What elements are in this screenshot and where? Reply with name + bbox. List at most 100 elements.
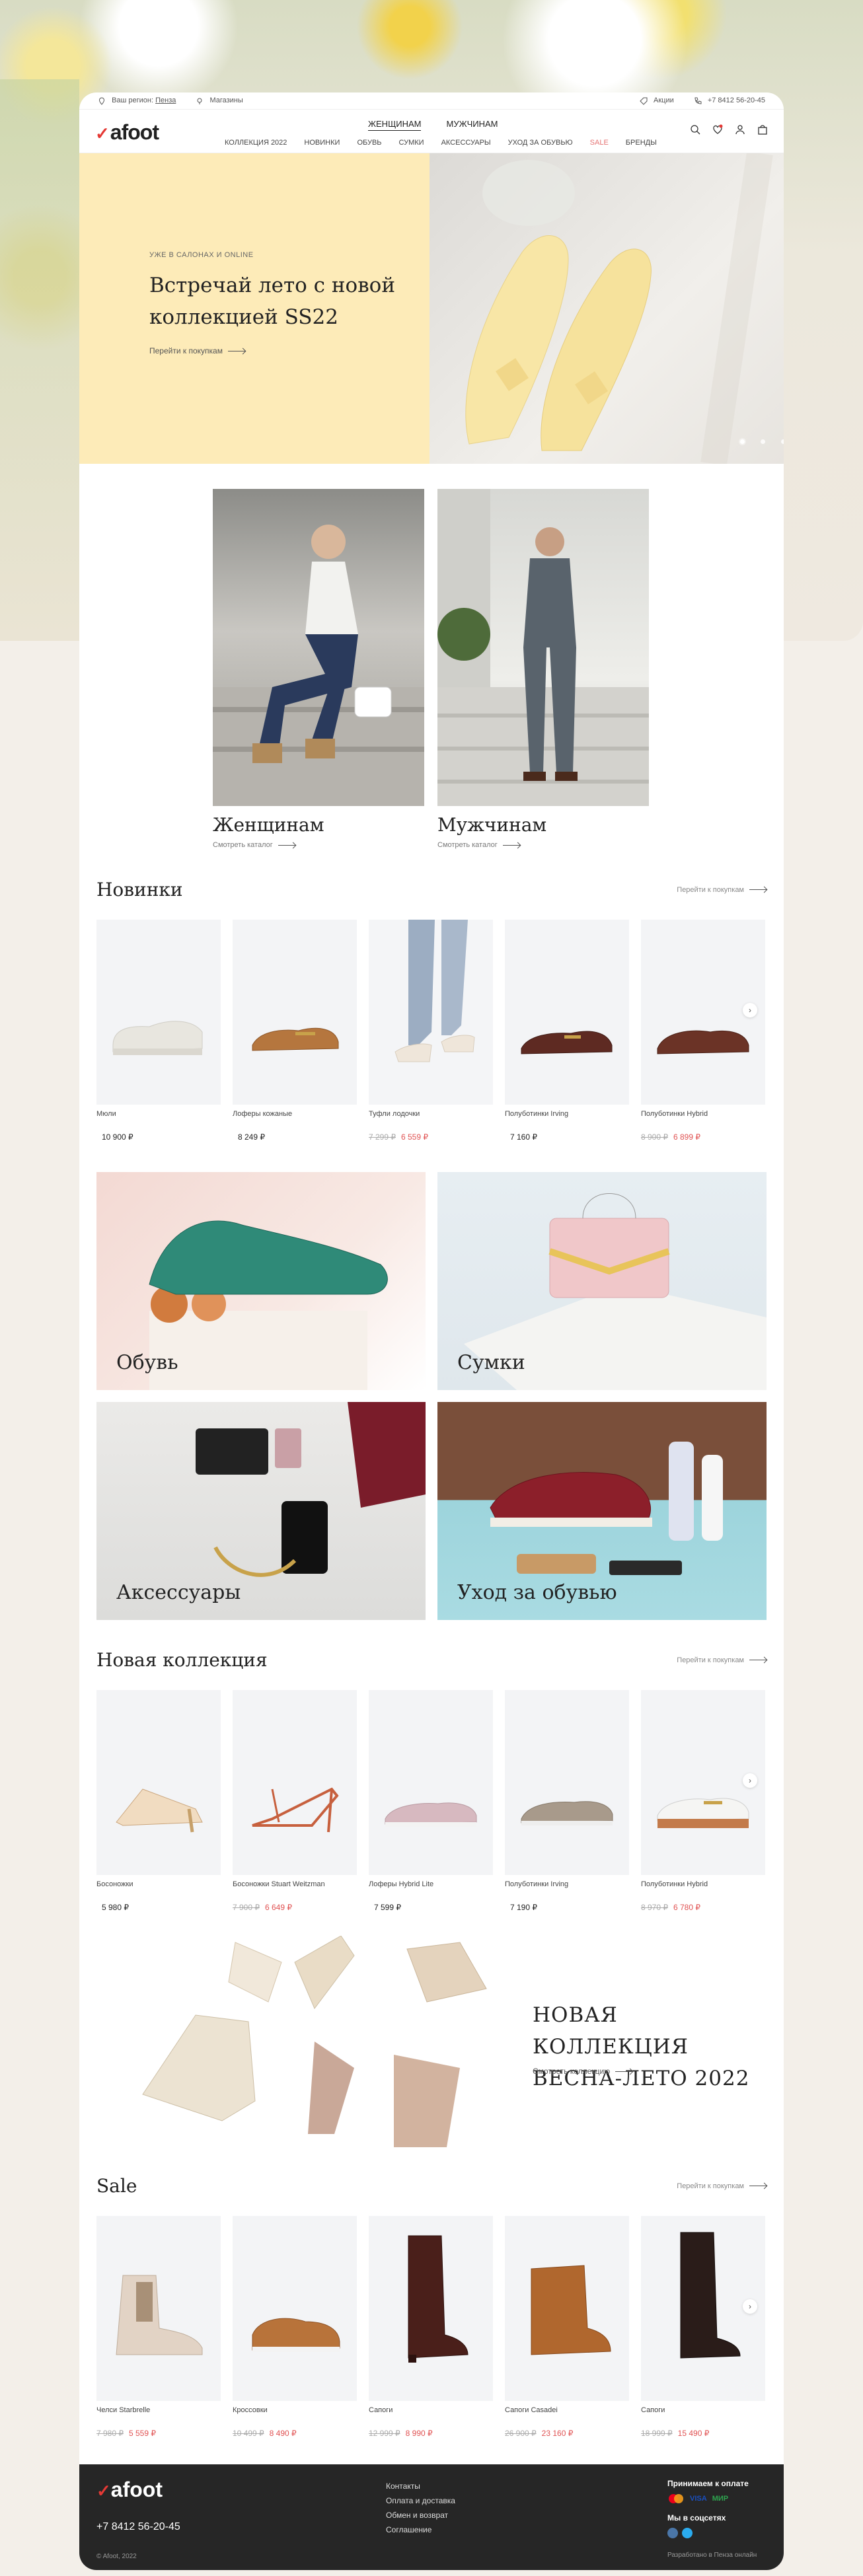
product-card[interactable]: Полуботинки Hybrid 8 900 ₽ 6 899 ₽ — [641, 920, 765, 1142]
product-current-price: 5 559 ₽ — [129, 2429, 156, 2438]
background-blur — [0, 79, 79, 641]
promo-link[interactable]: Акции — [640, 96, 674, 104]
new-items-next-button[interactable]: › — [743, 1003, 757, 1017]
product-current-price: 6 649 ₽ — [265, 1903, 292, 1912]
hero-title: Встречай лето с новой коллекцией SS22 — [149, 274, 395, 329]
region-selector[interactable]: Ваш регион: Пенза — [98, 96, 176, 104]
women-card-link-label: Смотреть каталог — [213, 841, 273, 849]
sale-next-button[interactable]: › — [743, 2299, 757, 2314]
product-card[interactable]: Сапоги 18 999 ₽ 15 490 ₽ — [641, 2216, 765, 2438]
carousel-dot-1[interactable] — [740, 439, 745, 444]
product-card[interactable]: Кроссовки 10 499 ₽ 8 490 ₽ — [233, 2216, 357, 2438]
category-shoes[interactable]: Обувь — [96, 1172, 426, 1390]
vk-icon[interactable] — [667, 2528, 678, 2538]
product-image — [96, 1690, 221, 1875]
collection-banner-image — [116, 1935, 513, 2147]
footer-link-returns[interactable]: Обмен и возврат — [386, 2508, 455, 2522]
new-collection-all-link[interactable]: Перейти к покупкам — [677, 1656, 767, 1664]
new-collection-next-button[interactable]: › — [743, 1773, 757, 1788]
product-card[interactable]: Челси Starbrelle 7 980 ₽ 5 559 ₽ — [96, 2216, 221, 2438]
women-card-link[interactable]: Смотреть каталог — [213, 841, 424, 849]
product-price: 7 190 ₽ — [505, 1903, 629, 1912]
arrow-right-icon — [278, 844, 295, 846]
product-name: Сапоги Casadei — [505, 2406, 558, 2414]
men-card[interactable]: Мужчинам Смотреть каталог — [437, 489, 649, 849]
footer-developer[interactable]: Разработано в Пенза онлайн — [667, 2552, 757, 2559]
nav-item-accessories[interactable]: АКСЕССУАРЫ — [441, 139, 491, 147]
nav-item-bags[interactable]: СУМКИ — [399, 139, 424, 147]
nav-item-new[interactable]: НОВИНКИ — [304, 139, 340, 147]
women-card-title: Женщинам — [213, 814, 324, 836]
telegram-icon[interactable] — [682, 2528, 693, 2538]
product-card[interactable]: Сапоги Casadei 26 900 ₽ 23 160 ₽ — [505, 2216, 629, 2438]
product-name: Кроссовки — [233, 2406, 268, 2414]
product-current-price: 6 780 ₽ — [673, 1903, 700, 1912]
product-card[interactable]: Лоферы Hybrid Lite 7 599 ₽ — [369, 1690, 493, 1912]
gender-men-tab[interactable]: МУЖЧИНАМ — [446, 119, 498, 131]
logo[interactable]: ✓afoot — [95, 120, 159, 145]
hero-shop-link[interactable]: Перейти к покупкам — [149, 346, 245, 355]
hero-image — [430, 153, 784, 464]
men-card-link[interactable]: Смотреть каталог — [437, 841, 649, 849]
nav-item-brands[interactable]: БРЕНДЫ — [626, 139, 657, 147]
nav-item-collection[interactable]: КОЛЛЕКЦИЯ 2022 — [225, 139, 287, 147]
map-pin-icon — [197, 98, 202, 104]
new-items-all-link[interactable]: Перейти к покупкам — [677, 886, 767, 894]
product-old-price: 7 299 ₽ — [369, 1132, 396, 1142]
hero-link-label: Перейти к покупкам — [149, 346, 223, 355]
category-care[interactable]: Уход за обувью — [437, 1402, 767, 1620]
category-bags[interactable]: Сумки — [437, 1172, 767, 1390]
product-price: 26 900 ₽ 23 160 ₽ — [505, 2429, 629, 2438]
logo-mark-icon: ✓ — [95, 124, 110, 143]
collection-banner-link[interactable]: Смотреть коллекцию — [533, 2067, 633, 2076]
product-card[interactable]: Сапоги 12 999 ₽ 8 990 ₽ — [369, 2216, 493, 2438]
product-price: 18 999 ₽ 15 490 ₽ — [641, 2429, 765, 2438]
footer-link-delivery[interactable]: Оплата и доставка — [386, 2493, 455, 2508]
favorites-icon[interactable] — [712, 124, 723, 135]
carousel-dot-3[interactable] — [781, 439, 784, 444]
footer-logo[interactable]: ✓afoot — [96, 2478, 163, 2502]
product-price: 10 499 ₽ 8 490 ₽ — [233, 2429, 357, 2438]
product-old-price: 18 999 ₽ — [641, 2429, 673, 2438]
product-card[interactable]: Босоножки 5 980 ₽ — [96, 1690, 221, 1912]
product-card[interactable]: Полуботинки Hybrid 8 970 ₽ 6 780 ₽ — [641, 1690, 765, 1912]
product-card[interactable]: Мюли 10 900 ₽ — [96, 920, 221, 1142]
search-icon[interactable] — [690, 124, 700, 135]
region-value[interactable]: Пенза — [155, 96, 176, 104]
product-card[interactable]: Лоферы кожаные 8 249 ₽ — [233, 920, 357, 1142]
stores-link[interactable]: Магазины — [196, 96, 243, 104]
carousel-dot-2[interactable] — [761, 439, 765, 444]
women-card[interactable]: Женщинам Смотреть каталог — [213, 489, 424, 849]
men-photo — [437, 489, 649, 806]
new-items-list: Мюли 10 900 ₽ Лоферы кожаные 8 249 ₽ Туф… — [96, 920, 765, 1142]
gender-women-tab[interactable]: ЖЕНЩИНАМ — [368, 119, 422, 131]
main-nav: КОЛЛЕКЦИЯ 2022 НОВИНКИ ОБУВЬ СУМКИ АКСЕС… — [225, 139, 657, 147]
account-icon[interactable] — [735, 124, 745, 135]
product-current-price: 15 490 ₽ — [677, 2429, 710, 2438]
product-image — [96, 920, 221, 1105]
sale-all-link[interactable]: Перейти к покупкам — [677, 2182, 767, 2190]
product-price: 7 160 ₽ — [505, 1132, 629, 1142]
product-card[interactable]: Полуботинки Irving 7 160 ₽ — [505, 920, 629, 1142]
product-card[interactable]: Туфли лодочки 7 299 ₽ 6 559 ₽ — [369, 920, 493, 1142]
collection-banner[interactable]: НОВАЯ КОЛЛЕКЦИЯ ВЕСНА-ЛЕТО 2022 Смотреть… — [96, 1935, 767, 2147]
nav-item-care[interactable]: УХОД ЗА ОБУВЬЮ — [508, 139, 573, 147]
footer-link-contacts[interactable]: Контакты — [386, 2479, 455, 2493]
product-current-price: 8 990 ₽ — [405, 2429, 433, 2438]
product-name: Сапоги — [641, 2406, 665, 2414]
product-image — [96, 2216, 221, 2401]
nav-item-shoes[interactable]: ОБУВЬ — [357, 139, 381, 147]
product-card[interactable]: Босоножки Stuart Weitzman 7 900 ₽ 6 649 ₽ — [233, 1690, 357, 1912]
nav-item-sale[interactable]: SALE — [590, 139, 609, 147]
phone-link[interactable]: +7 8412 56-20-45 — [694, 96, 765, 104]
product-name: Туфли лодочки — [369, 1110, 420, 1118]
category-accessories[interactable]: Аксессуары — [96, 1402, 426, 1620]
product-card[interactable]: Полуботинки Irving 7 190 ₽ — [505, 1690, 629, 1912]
sale-all-label: Перейти к покупкам — [677, 2182, 744, 2190]
product-image — [233, 920, 357, 1105]
footer-link-agreement[interactable]: Соглашение — [386, 2522, 455, 2537]
footer-phone[interactable]: +7 8412 56-20-45 — [96, 2521, 180, 2533]
category-accessories-title: Аксессуары — [116, 1581, 241, 1604]
cart-icon[interactable] — [757, 124, 768, 135]
product-name: Лоферы кожаные — [233, 1110, 293, 1118]
